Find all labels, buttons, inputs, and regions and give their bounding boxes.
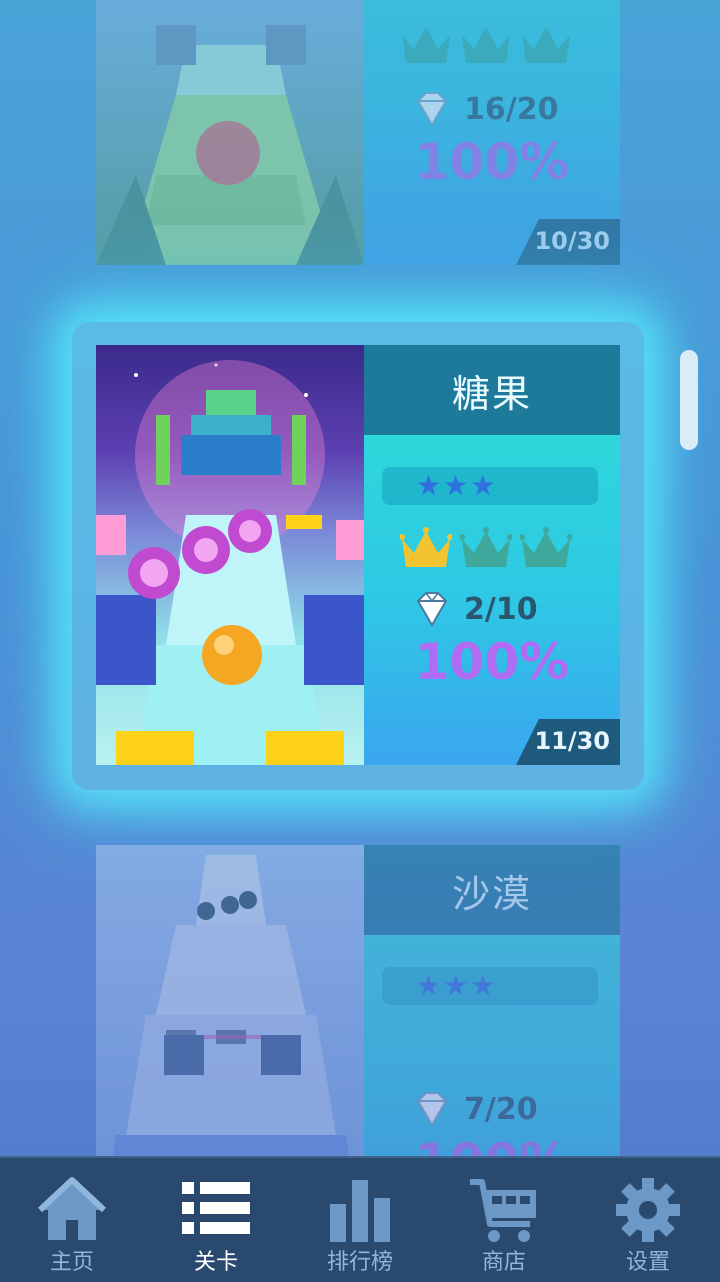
level-name: 糖果	[364, 345, 620, 435]
crown-row	[400, 525, 580, 575]
crown-icon	[520, 527, 572, 567]
stars: ★★★	[416, 469, 498, 502]
crown-row	[400, 21, 580, 71]
gear-icon	[616, 1178, 680, 1242]
level-info-panel: 16/20 100% 10/30	[364, 0, 620, 265]
nav-label: 关卡	[193, 1250, 238, 1275]
nav-label: 设置	[625, 1250, 670, 1275]
level-card-11[interactable]: 糖果 ★★★ 2/10 100% 11/30	[96, 345, 620, 765]
crown-icon	[460, 527, 512, 567]
crown-icon	[462, 27, 510, 63]
level-thumbnail	[96, 0, 364, 265]
nav-home[interactable]: 主页	[0, 1158, 144, 1282]
scrollbar-thumb[interactable]	[680, 350, 698, 450]
level-scene-image	[96, 360, 364, 765]
crown-icon	[400, 527, 452, 567]
gem-count: 7/20	[464, 1091, 538, 1127]
nav-levels[interactable]: 关卡	[144, 1158, 288, 1282]
list-icon	[182, 1182, 250, 1234]
nav-label: 排行榜	[326, 1250, 393, 1275]
level-scene-image	[96, 25, 364, 265]
nav-settings[interactable]: 设置	[576, 1158, 720, 1282]
gem-counter: 2/10	[412, 587, 538, 631]
nav-shop[interactable]: 商店	[432, 1158, 576, 1282]
gem-counter: 16/20	[412, 87, 558, 131]
diamond-icon	[416, 92, 448, 127]
crown-icon	[402, 27, 450, 63]
nav-label: 主页	[49, 1250, 94, 1275]
nav-leaderboard[interactable]: 排行榜	[288, 1158, 432, 1282]
stars: ★★★	[416, 969, 498, 1002]
level-number-tab: 11/30	[516, 719, 620, 765]
diamond-icon	[416, 592, 448, 627]
home-icon	[37, 1177, 107, 1240]
level-thumbnail	[96, 345, 364, 765]
completion-percent: 100%	[414, 133, 570, 191]
star-rating: ★★★	[382, 467, 598, 505]
diamond-icon	[416, 1092, 448, 1127]
nav-label: 商店	[481, 1250, 526, 1275]
gem-counter: 7/20	[412, 1087, 538, 1131]
leaderboard-icon	[330, 1180, 390, 1242]
level-name: 沙漠	[364, 845, 620, 935]
bottom-nav: 主页 关卡 排行榜 商店 设置	[0, 1156, 720, 1282]
gem-count: 2/10	[464, 591, 538, 627]
completion-percent: 100%	[414, 633, 570, 691]
level-card-10[interactable]: 16/20 100% 10/30	[96, 0, 620, 265]
level-number: 11/30	[534, 727, 610, 755]
level-number: 10/30	[534, 227, 610, 255]
level-number-tab: 10/30	[516, 219, 620, 265]
gem-count: 16/20	[464, 91, 559, 127]
crown-icon	[522, 27, 570, 63]
cart-icon	[470, 1179, 536, 1242]
level-info-panel: 糖果 ★★★ 2/10 100% 11/30	[364, 345, 620, 765]
star-rating: ★★★	[382, 967, 598, 1005]
